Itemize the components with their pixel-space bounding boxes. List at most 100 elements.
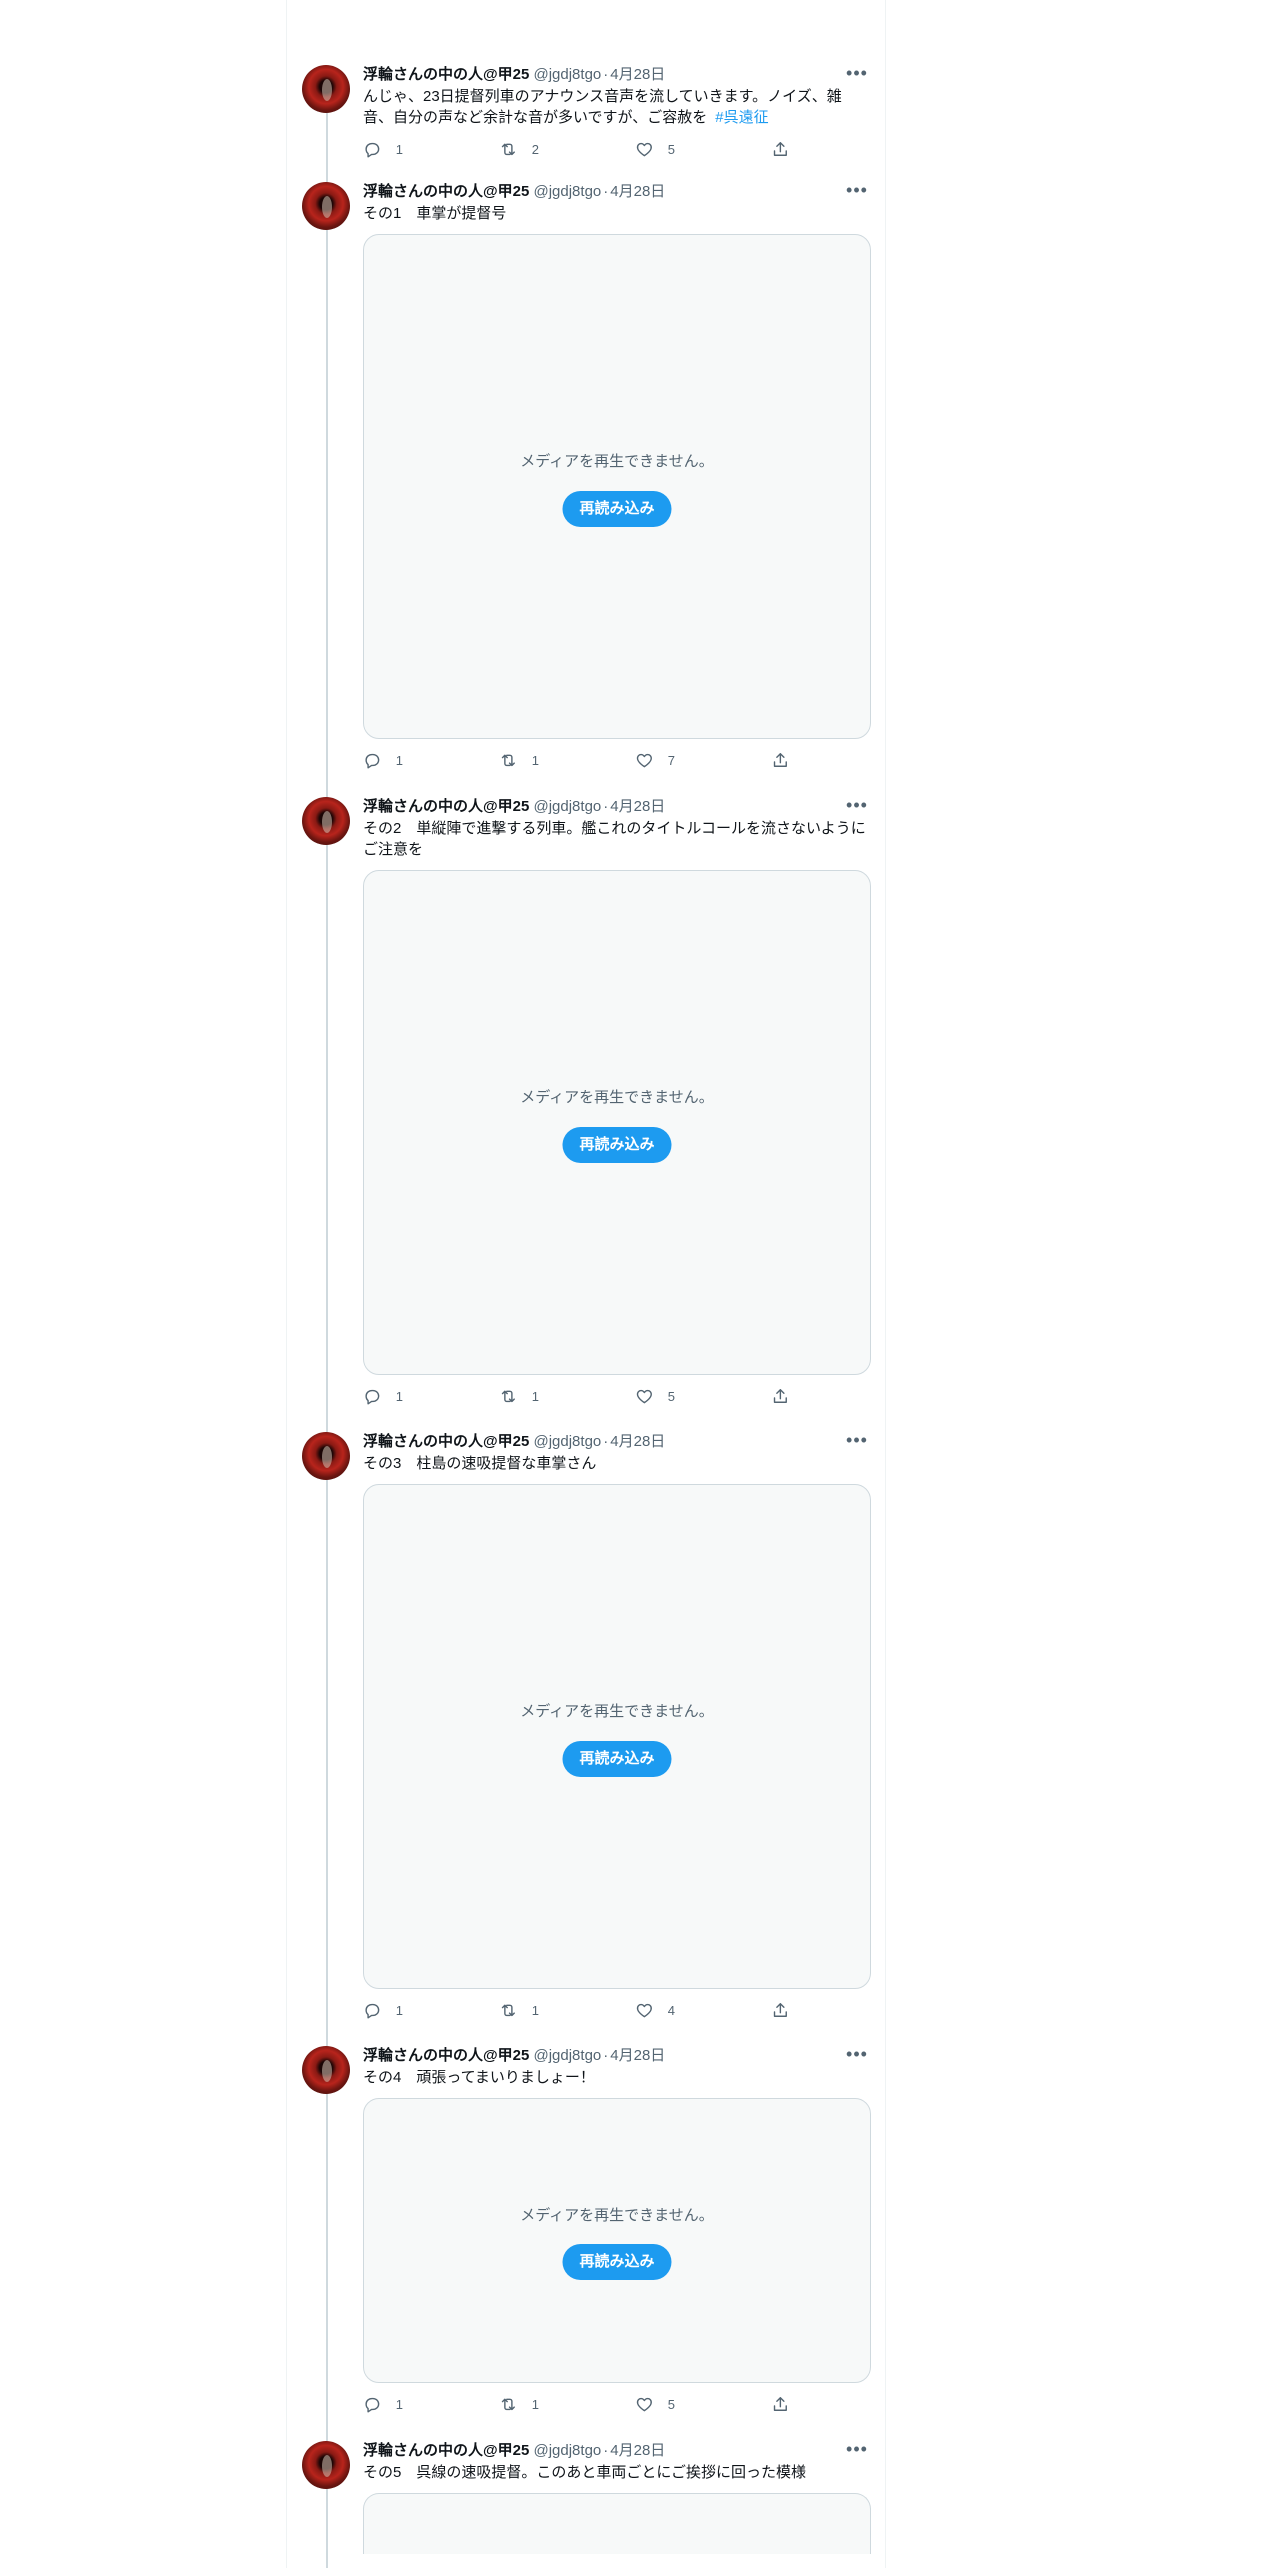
author-name[interactable]: 浮輪さんの中の人@甲25	[363, 66, 529, 83]
action-bar: 1 1 5	[363, 2389, 871, 2419]
author-name[interactable]: 浮輪さんの中の人@甲25	[363, 798, 529, 815]
reply-button[interactable]: 1	[363, 2389, 403, 2419]
retweet-count: 1	[531, 2002, 539, 2018]
author-handle[interactable]: @jgdj8tgo	[533, 183, 601, 200]
retweet-count: 1	[531, 1388, 539, 1404]
like-button[interactable]: 5	[635, 134, 675, 164]
avatar[interactable]	[302, 182, 350, 230]
tweet-text: その2 単縦陣で進撃する列車。艦これのタイトルコールを流さないようにご注意を	[363, 820, 866, 858]
share-icon	[773, 141, 787, 156]
retweet-count: 2	[531, 141, 539, 157]
reload-button[interactable]: 再読み込み	[562, 1127, 672, 1163]
avatar[interactable]	[302, 2441, 350, 2489]
media-error-message: メディアを再生できません。	[520, 2207, 714, 2224]
tweet-date[interactable]: 4月28日	[610, 798, 665, 815]
reply-icon	[365, 142, 380, 158]
like-button[interactable]: 4	[635, 1995, 675, 2025]
reply-button[interactable]: 1	[363, 134, 403, 164]
reply-button[interactable]: 1	[363, 745, 403, 775]
avatar[interactable]	[302, 2046, 350, 2094]
author-handle[interactable]: @jgdj8tgo	[533, 66, 601, 83]
author-handle[interactable]: @jgdj8tgo	[533, 798, 601, 815]
tweet-date[interactable]: 4月28日	[610, 2442, 665, 2459]
media-container[interactable]	[363, 2493, 871, 2554]
author-name[interactable]: 浮輪さんの中の人@甲25	[363, 183, 529, 200]
hashtag-link[interactable]: #呉遠征	[715, 109, 768, 126]
media-error-message: メディアを再生できません。	[520, 1703, 714, 1720]
heart-icon	[636, 1389, 652, 1403]
retweet-icon	[501, 2004, 515, 2016]
media-container[interactable]: メディアを再生できません。 再読み込み	[363, 1484, 871, 1989]
retweet-button[interactable]: 1	[499, 1995, 539, 2025]
more-icon[interactable]: •••	[843, 1428, 871, 1456]
share-button[interactable]	[771, 1381, 790, 1411]
reload-button[interactable]: 再読み込み	[562, 491, 672, 527]
retweet-button[interactable]: 1	[499, 745, 539, 775]
reply-icon	[365, 1389, 380, 1405]
action-bar: 1 1 5	[363, 1381, 871, 1411]
tweet-date[interactable]: 4月28日	[610, 183, 665, 200]
more-icon[interactable]: •••	[843, 61, 871, 89]
like-button[interactable]: 5	[635, 2389, 675, 2419]
tweet-text: その5 呉線の速吸提督。このあと車両ごとにご挨拶に回った模様	[363, 2464, 807, 2481]
heart-icon	[636, 753, 652, 767]
retweet-count: 1	[531, 752, 539, 768]
avatar[interactable]	[302, 65, 350, 113]
avatar[interactable]	[302, 797, 350, 845]
like-count: 7	[667, 752, 675, 768]
separator-dot: ·	[603, 183, 609, 200]
reload-button[interactable]: 再読み込み	[562, 2244, 672, 2280]
tweet-date[interactable]: 4月28日	[610, 66, 665, 83]
media-error-message: メディアを再生できません。	[520, 1089, 714, 1106]
more-icon[interactable]: •••	[843, 793, 871, 821]
author-handle[interactable]: @jgdj8tgo	[533, 2047, 601, 2064]
share-icon	[773, 1388, 787, 1403]
reload-button[interactable]: 再読み込み	[562, 1741, 672, 1777]
separator-dot: ·	[603, 1433, 609, 1450]
author-handle[interactable]: @jgdj8tgo	[533, 1433, 601, 1450]
author-name[interactable]: 浮輪さんの中の人@甲25	[363, 2442, 529, 2459]
retweet-button[interactable]: 2	[499, 134, 539, 164]
action-bar: 1 1 4	[363, 1995, 871, 2025]
retweet-button[interactable]: 1	[499, 2389, 539, 2419]
share-button[interactable]	[771, 2389, 790, 2419]
more-icon[interactable]: •••	[843, 178, 871, 206]
share-icon	[773, 2396, 787, 2411]
more-icon[interactable]: •••	[843, 2437, 871, 2465]
separator-dot: ·	[603, 2047, 609, 2064]
action-bar: 1 1 7	[363, 745, 871, 775]
tweet-text: その3 柱島の速吸提督な車掌さん	[363, 1455, 597, 1472]
reply-count: 1	[395, 752, 403, 768]
tweet-date[interactable]: 4月28日	[610, 2047, 665, 2064]
like-button[interactable]: 5	[635, 1381, 675, 1411]
author-handle[interactable]: @jgdj8tgo	[533, 2442, 601, 2459]
share-button[interactable]	[771, 134, 790, 164]
timeline: 浮輪さんの中の人@甲25 @jgdj8tgo · 4月28日 ••• んじゃ、23日…	[286, 0, 886, 2568]
reply-count: 1	[395, 2002, 403, 2018]
retweet-icon	[501, 143, 515, 155]
share-button[interactable]	[771, 745, 790, 775]
heart-icon	[636, 2397, 652, 2411]
tweet-text: その1 車掌が提督号	[363, 205, 507, 222]
retweet-icon	[501, 2398, 515, 2410]
media-container[interactable]: メディアを再生できません。 再読み込み	[363, 870, 871, 1375]
media-container[interactable]: メディアを再生できません。 再読み込み	[363, 2098, 871, 2383]
reply-icon	[365, 753, 380, 769]
like-count: 5	[667, 141, 675, 157]
more-icon[interactable]: •••	[843, 2042, 871, 2070]
reply-button[interactable]: 1	[363, 1381, 403, 1411]
media-error-message: メディアを再生できません。	[520, 453, 714, 470]
like-count: 4	[667, 2002, 675, 2018]
heart-icon	[636, 142, 652, 156]
like-button[interactable]: 7	[635, 745, 675, 775]
retweet-button[interactable]: 1	[499, 1381, 539, 1411]
avatar[interactable]	[302, 1432, 350, 1480]
retweet-count: 1	[531, 2396, 539, 2412]
share-button[interactable]	[771, 1995, 790, 2025]
author-name[interactable]: 浮輪さんの中の人@甲25	[363, 2047, 529, 2064]
tweet-date[interactable]: 4月28日	[610, 1433, 665, 1450]
reply-icon	[365, 2003, 380, 2019]
media-container[interactable]: メディアを再生できません。 再読み込み	[363, 234, 871, 739]
author-name[interactable]: 浮輪さんの中の人@甲25	[363, 1433, 529, 1450]
reply-button[interactable]: 1	[363, 1995, 403, 2025]
